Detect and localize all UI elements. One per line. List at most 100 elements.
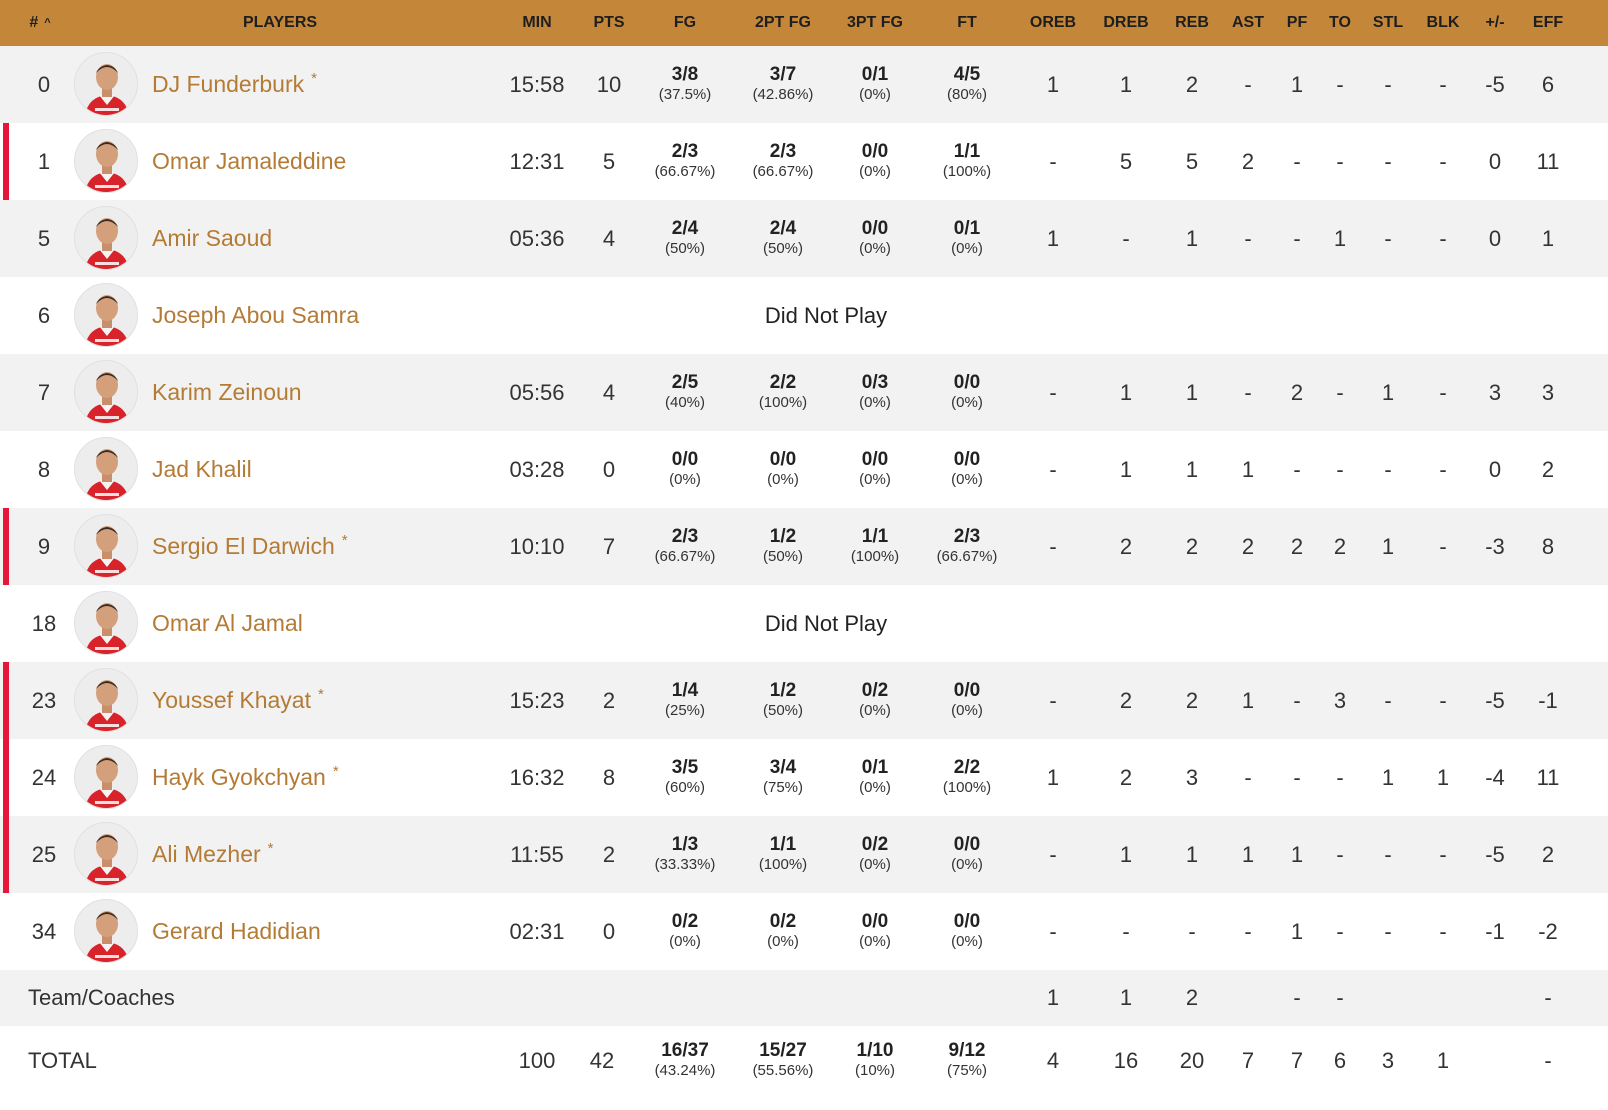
player-pf: - xyxy=(1293,456,1301,482)
player-name[interactable]: Sergio El Darwich xyxy=(152,533,335,560)
player-name[interactable]: Gerard Hadidian xyxy=(152,918,321,945)
player-name-link[interactable]: Jad Khalil xyxy=(152,431,252,508)
header-min[interactable]: MIN xyxy=(497,0,577,46)
player-ast: - xyxy=(1244,71,1252,97)
header-ft[interactable]: FT xyxy=(922,0,1012,46)
player-avatar[interactable] xyxy=(74,360,138,424)
player-ft-pct: (100%) xyxy=(942,778,992,796)
header-pts[interactable]: PTS xyxy=(579,0,639,46)
player-name[interactable]: Jad Khalil xyxy=(152,456,252,483)
header-blk[interactable]: BLK xyxy=(1420,0,1466,46)
player-fg3-pct: (0%) xyxy=(859,239,891,257)
player-avatar[interactable] xyxy=(74,52,138,116)
header-ast[interactable]: AST xyxy=(1226,0,1270,46)
player-ft: 2/3 (66.67%) xyxy=(922,508,1012,585)
player-ast: - xyxy=(1244,918,1252,944)
header-oreb[interactable]: OREB xyxy=(1023,0,1083,46)
player-fg2: 2/4 (50%) xyxy=(738,200,828,277)
header-number[interactable]: # ^ xyxy=(18,0,62,46)
header-stl[interactable]: STL xyxy=(1365,0,1411,46)
player-pts: 4 xyxy=(602,379,616,405)
starter-indicator xyxy=(3,739,9,816)
player-avatar[interactable] xyxy=(74,206,138,270)
player-reb: 2 xyxy=(1185,533,1199,559)
player-fg-pct: (0%) xyxy=(669,932,701,950)
player-fg: 2/4 (50%) xyxy=(640,200,730,277)
player-oreb: - xyxy=(1049,379,1057,405)
player-avatar[interactable] xyxy=(74,129,138,193)
player-row: 24 Hayk Gyokchyan * 16:32 8 3/5 (60%) 3/4 (75%) 0… xyxy=(0,739,1608,816)
player-fg2: 2/2 (100%) xyxy=(738,354,828,431)
player-dreb: 2 xyxy=(1119,533,1133,559)
player-name-link[interactable]: Ali Mezher * xyxy=(152,816,274,893)
player-eff: 2 xyxy=(1541,841,1555,867)
player-number: 18 xyxy=(31,610,57,636)
player-name[interactable]: Omar Jamaleddine xyxy=(152,148,346,175)
player-name-link[interactable]: Youssef Khayat * xyxy=(152,662,324,739)
header-plus-minus[interactable]: +/- xyxy=(1473,0,1517,46)
player-fg3-made: 0/1 xyxy=(861,756,889,778)
player-ft-made: 1/1 xyxy=(953,140,981,162)
player-fg3: 0/0 (0%) xyxy=(830,893,920,970)
player-stl: - xyxy=(1384,687,1392,713)
header-players[interactable]: PLAYERS xyxy=(150,0,410,46)
player-avatar[interactable] xyxy=(74,668,138,732)
player-ft-made: 4/5 xyxy=(953,63,981,85)
player-min: 05:36 xyxy=(509,225,565,251)
player-avatar[interactable] xyxy=(74,822,138,886)
player-fg3-pct: (0%) xyxy=(859,701,891,719)
player-avatar[interactable] xyxy=(74,437,138,501)
player-reb: 3 xyxy=(1185,764,1199,790)
player-avatar[interactable] xyxy=(74,591,138,655)
did-not-play: Did Not Play xyxy=(764,610,888,636)
player-pts: 2 xyxy=(602,687,616,713)
player-avatar[interactable] xyxy=(74,899,138,963)
header-reb[interactable]: REB xyxy=(1167,0,1217,46)
player-name[interactable]: Amir Saoud xyxy=(152,225,272,252)
player-avatar[interactable] xyxy=(74,283,138,347)
table-header: # ^ PLAYERS MIN PTS FG 2PT FG 3PT FG FT … xyxy=(0,0,1608,46)
player-name[interactable]: DJ Funderburk xyxy=(152,71,304,98)
total-fg-pct: (43.24%) xyxy=(654,1062,716,1079)
header-2pt-fg[interactable]: 2PT FG xyxy=(738,0,828,46)
header-pf[interactable]: PF xyxy=(1277,0,1317,46)
player-number: 7 xyxy=(37,379,51,405)
header-dreb[interactable]: DREB xyxy=(1096,0,1156,46)
player-name-link[interactable]: Omar Jamaleddine xyxy=(152,123,346,200)
player-name[interactable]: Joseph Abou Samra xyxy=(152,302,359,329)
player-name-link[interactable]: Sergio El Darwich * xyxy=(152,508,348,585)
player-ft-pct: (0%) xyxy=(951,470,983,488)
header-fg[interactable]: FG xyxy=(640,0,730,46)
sort-ascending-icon[interactable]: ^ xyxy=(44,17,50,29)
player-fg-made: 2/4 xyxy=(671,217,699,239)
player-name[interactable]: Hayk Gyokchyan xyxy=(152,764,326,791)
player-name[interactable]: Youssef Khayat xyxy=(152,687,311,714)
player-fg2-made: 3/4 xyxy=(769,756,797,778)
player-ft: 0/0 (0%) xyxy=(922,893,1012,970)
player-ft-made: 0/0 xyxy=(953,833,981,855)
player-fg2-pct: (0%) xyxy=(767,470,799,488)
player-name[interactable]: Ali Mezher xyxy=(152,841,261,868)
player-eff: 1 xyxy=(1541,225,1555,251)
player-avatar[interactable] xyxy=(74,514,138,578)
header-to[interactable]: TO xyxy=(1320,0,1360,46)
player-fg3: 0/2 (0%) xyxy=(830,662,920,739)
player-to: - xyxy=(1336,379,1344,405)
player-name-link[interactable]: Omar Al Jamal xyxy=(152,585,303,662)
player-name-link[interactable]: Joseph Abou Samra xyxy=(152,277,359,354)
player-name-link[interactable]: Amir Saoud xyxy=(152,200,272,277)
player-blk: - xyxy=(1439,71,1447,97)
player-name-link[interactable]: Karim Zeinoun xyxy=(152,354,302,431)
player-name-link[interactable]: DJ Funderburk * xyxy=(152,46,317,123)
player-rows: 0 DJ Funderburk * 15:58 10 3/8 (37.5%) 3/7 (42.8… xyxy=(0,46,1608,970)
player-oreb: - xyxy=(1049,533,1057,559)
header-3pt-fg[interactable]: 3PT FG xyxy=(830,0,920,46)
player-avatar[interactable] xyxy=(74,745,138,809)
player-name-link[interactable]: Hayk Gyokchyan * xyxy=(152,739,339,816)
player-name-link[interactable]: Gerard Hadidian xyxy=(152,893,321,970)
team-oreb: 1 xyxy=(1046,985,1060,1010)
player-name[interactable]: Omar Al Jamal xyxy=(152,610,303,637)
player-ft-made: 0/0 xyxy=(953,679,981,701)
player-name[interactable]: Karim Zeinoun xyxy=(152,379,302,406)
header-eff[interactable]: EFF xyxy=(1526,0,1570,46)
